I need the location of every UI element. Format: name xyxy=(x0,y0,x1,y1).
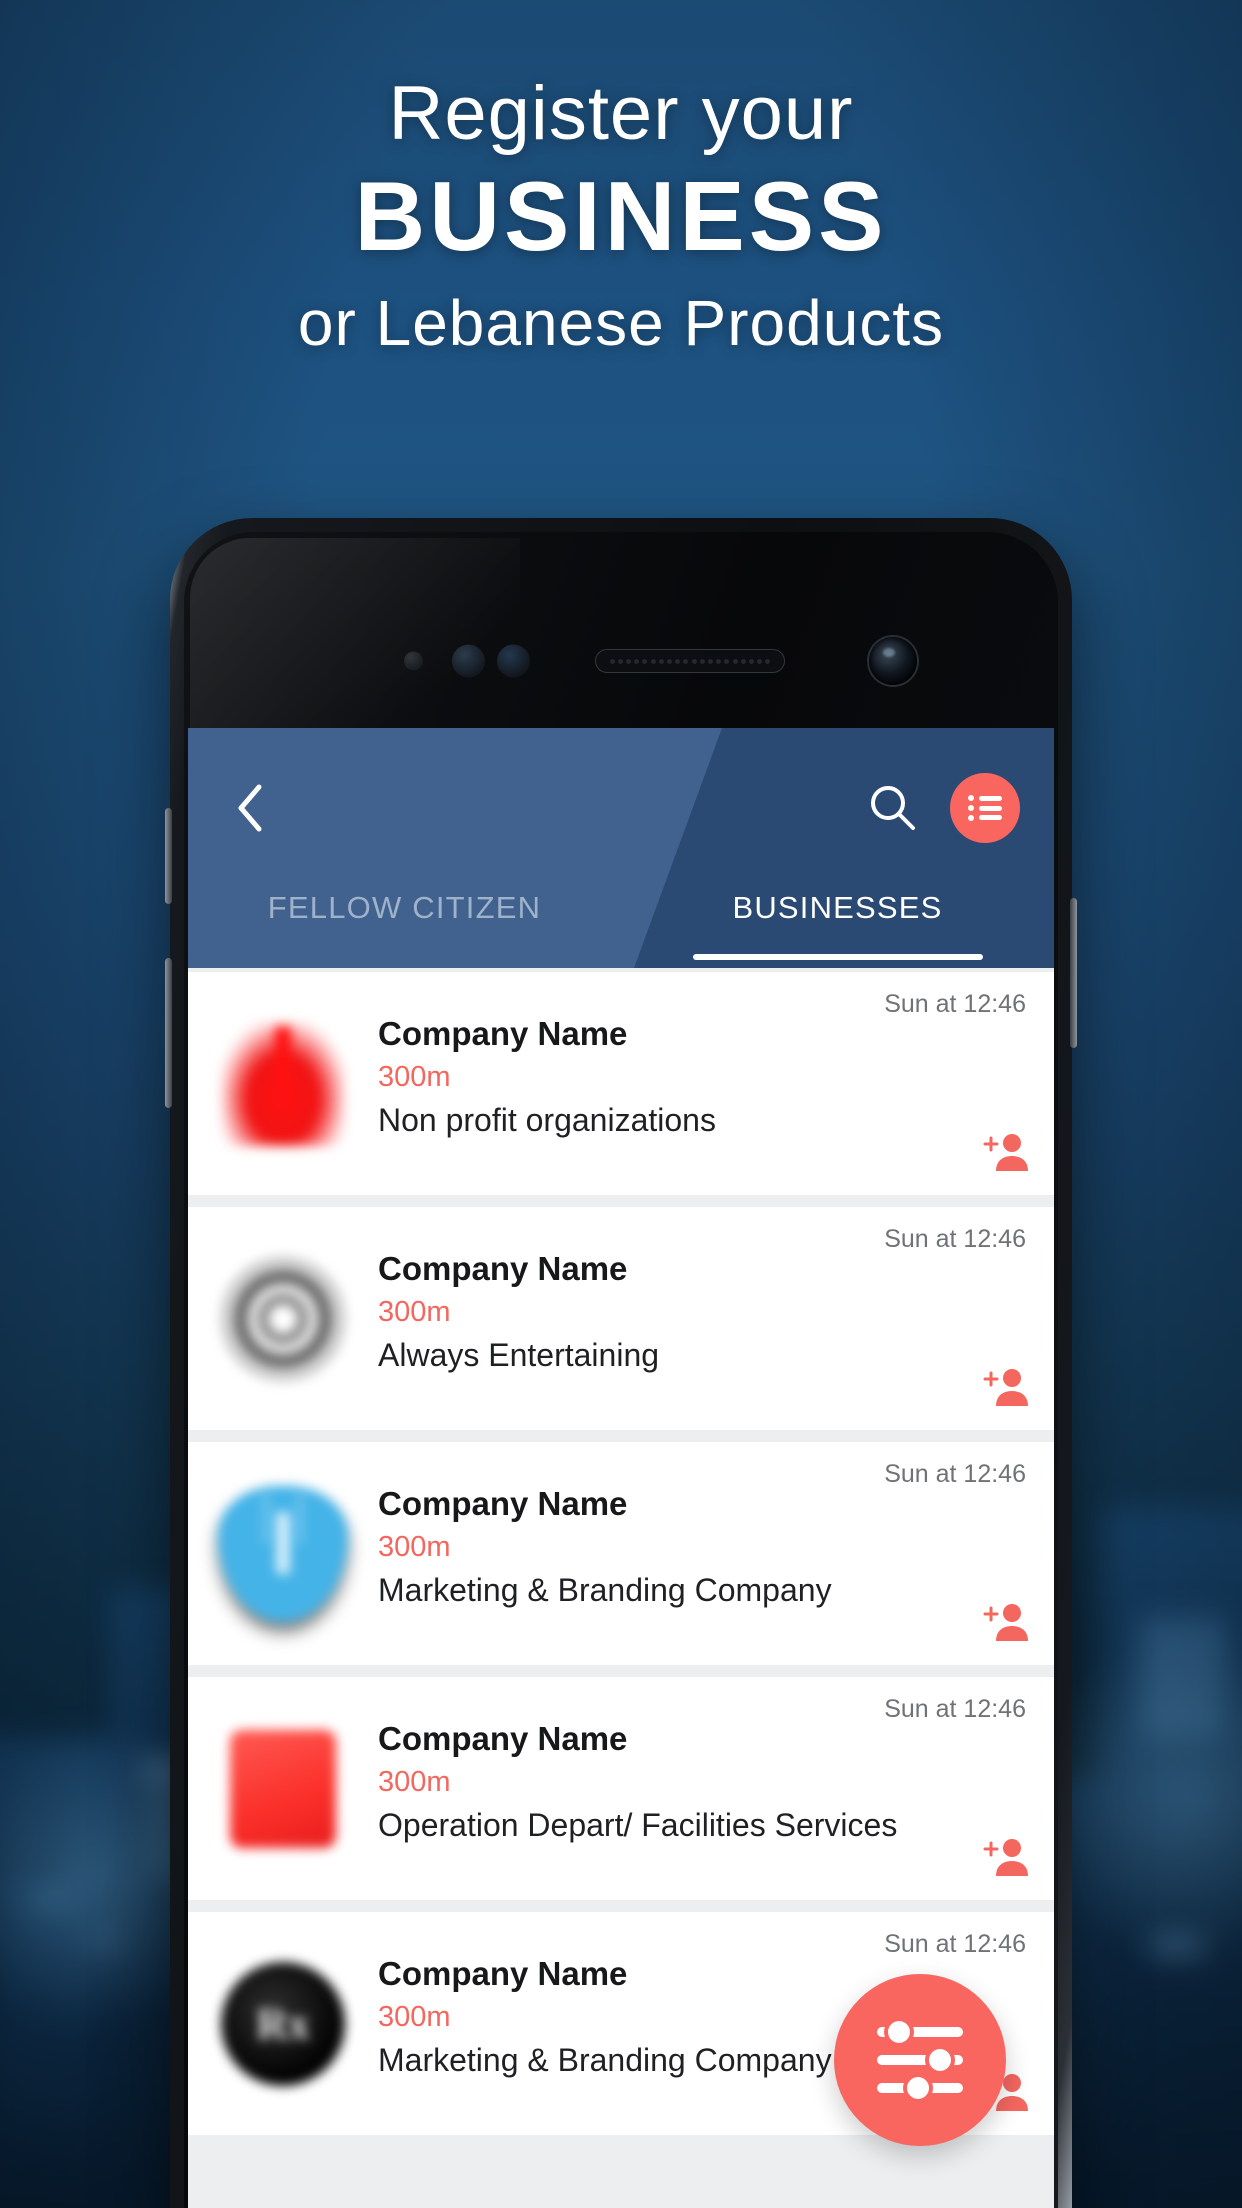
business-list: Sun at 12:46 Company Name 300m Non profi… xyxy=(188,968,1054,2135)
business-category: Marketing & Branding Company xyxy=(378,1572,832,1609)
phone-mockup: FELLOW CITIZEN BUSINESSES Sun at 12:46 C… xyxy=(165,518,1077,2208)
front-camera-icon xyxy=(869,637,917,685)
promo-headline: Register your BUSINESS or Lebanese Produ… xyxy=(0,70,1242,362)
timestamp: Sun at 12:46 xyxy=(884,1695,1026,1723)
distance-label: 300m xyxy=(378,1531,451,1564)
list-item[interactable]: Sun at 12:46 Company Name 300m Operation… xyxy=(188,1677,1054,1900)
earpiece-speaker-icon xyxy=(595,649,785,673)
app-screen: FELLOW CITIZEN BUSINESSES Sun at 12:46 C… xyxy=(188,728,1054,2208)
headline-line-3: or Lebanese Products xyxy=(297,287,945,360)
search-icon[interactable] xyxy=(862,777,924,839)
filter-sliders-icon xyxy=(877,2021,963,2099)
blue-shield-t-logo xyxy=(218,1485,348,1622)
business-logo-wrap xyxy=(188,1677,378,1900)
red-square-logo xyxy=(230,1729,336,1848)
timestamp: Sun at 12:46 xyxy=(884,1930,1026,1958)
business-logo-wrap xyxy=(188,1442,378,1665)
timestamp: Sun at 12:46 xyxy=(884,1460,1026,1488)
business-name: Company Name xyxy=(378,1250,628,1287)
add-user-icon[interactable] xyxy=(982,1366,1028,1408)
distance-label: 300m xyxy=(378,1061,451,1094)
add-user-icon[interactable] xyxy=(982,1836,1028,1878)
list-item-body: Sun at 12:46 Company Name 300m Non profi… xyxy=(378,972,1054,1195)
power-button[interactable] xyxy=(1070,898,1077,1048)
grey-target-logo xyxy=(221,1256,345,1381)
tab-bar: FELLOW CITIZEN BUSINESSES xyxy=(188,888,1054,968)
volume-up-button[interactable] xyxy=(165,808,172,904)
list-item-body: Sun at 12:46 Company Name 300m Always En… xyxy=(378,1207,1054,1430)
black-rx-logo xyxy=(221,1961,345,2086)
list-item[interactable]: Sun at 12:46 Company Name 300m Always En… xyxy=(188,1207,1054,1430)
list-item-body: Sun at 12:46 Company Name 300m Marketing… xyxy=(378,1442,1054,1665)
headline-line-1: Register your xyxy=(388,71,854,156)
volume-down-button[interactable] xyxy=(165,958,172,1108)
tab-businesses[interactable]: BUSINESSES xyxy=(621,888,1054,968)
headline-line-2: BUSINESS xyxy=(354,161,888,272)
light-sensor-icon xyxy=(497,644,530,678)
list-view-icon-button[interactable] xyxy=(950,773,1020,843)
add-user-icon[interactable] xyxy=(982,1601,1028,1643)
business-logo-wrap xyxy=(188,972,378,1195)
iris-sensor-icon xyxy=(452,644,485,678)
app-header-actions-row xyxy=(188,728,1054,888)
business-name: Company Name xyxy=(378,1720,628,1757)
app-header-bar: FELLOW CITIZEN BUSINESSES xyxy=(188,728,1054,968)
business-name: Company Name xyxy=(378,1015,628,1052)
back-chevron-icon[interactable] xyxy=(222,780,278,836)
filter-fab-button[interactable] xyxy=(834,1974,1006,2146)
red-leaf-logo xyxy=(221,1021,345,1146)
tab-businesses-label: BUSINESSES xyxy=(732,890,943,925)
business-name: Company Name xyxy=(378,1485,628,1522)
add-user-icon[interactable] xyxy=(982,1131,1028,1173)
phone-sensor-cluster xyxy=(170,637,1072,685)
timestamp: Sun at 12:46 xyxy=(884,1225,1026,1253)
list-item[interactable]: Sun at 12:46 Company Name 300m Non profi… xyxy=(188,972,1054,1195)
business-logo-wrap xyxy=(188,1912,378,2135)
business-category: Operation Depart/ Facilities Services xyxy=(378,1807,898,1844)
list-item-body: Sun at 12:46 Company Name 300m Operation… xyxy=(378,1677,1054,1900)
tab-fellow-citizen[interactable]: FELLOW CITIZEN xyxy=(188,888,621,968)
list-item[interactable]: Sun at 12:46 Company Name 300m Marketing… xyxy=(188,1442,1054,1665)
distance-label: 300m xyxy=(378,1766,451,1799)
business-category: Always Entertaining xyxy=(378,1337,660,1374)
tab-fellow-citizen-label: FELLOW CITIZEN xyxy=(267,890,542,925)
active-tab-indicator xyxy=(692,954,983,960)
timestamp: Sun at 12:46 xyxy=(884,990,1026,1018)
business-category: Non profit organizations xyxy=(378,1102,716,1139)
business-logo-wrap xyxy=(188,1207,378,1430)
proximity-sensor-icon xyxy=(404,651,423,671)
distance-label: 300m xyxy=(378,1296,451,1329)
list-view-icon xyxy=(968,795,1002,821)
